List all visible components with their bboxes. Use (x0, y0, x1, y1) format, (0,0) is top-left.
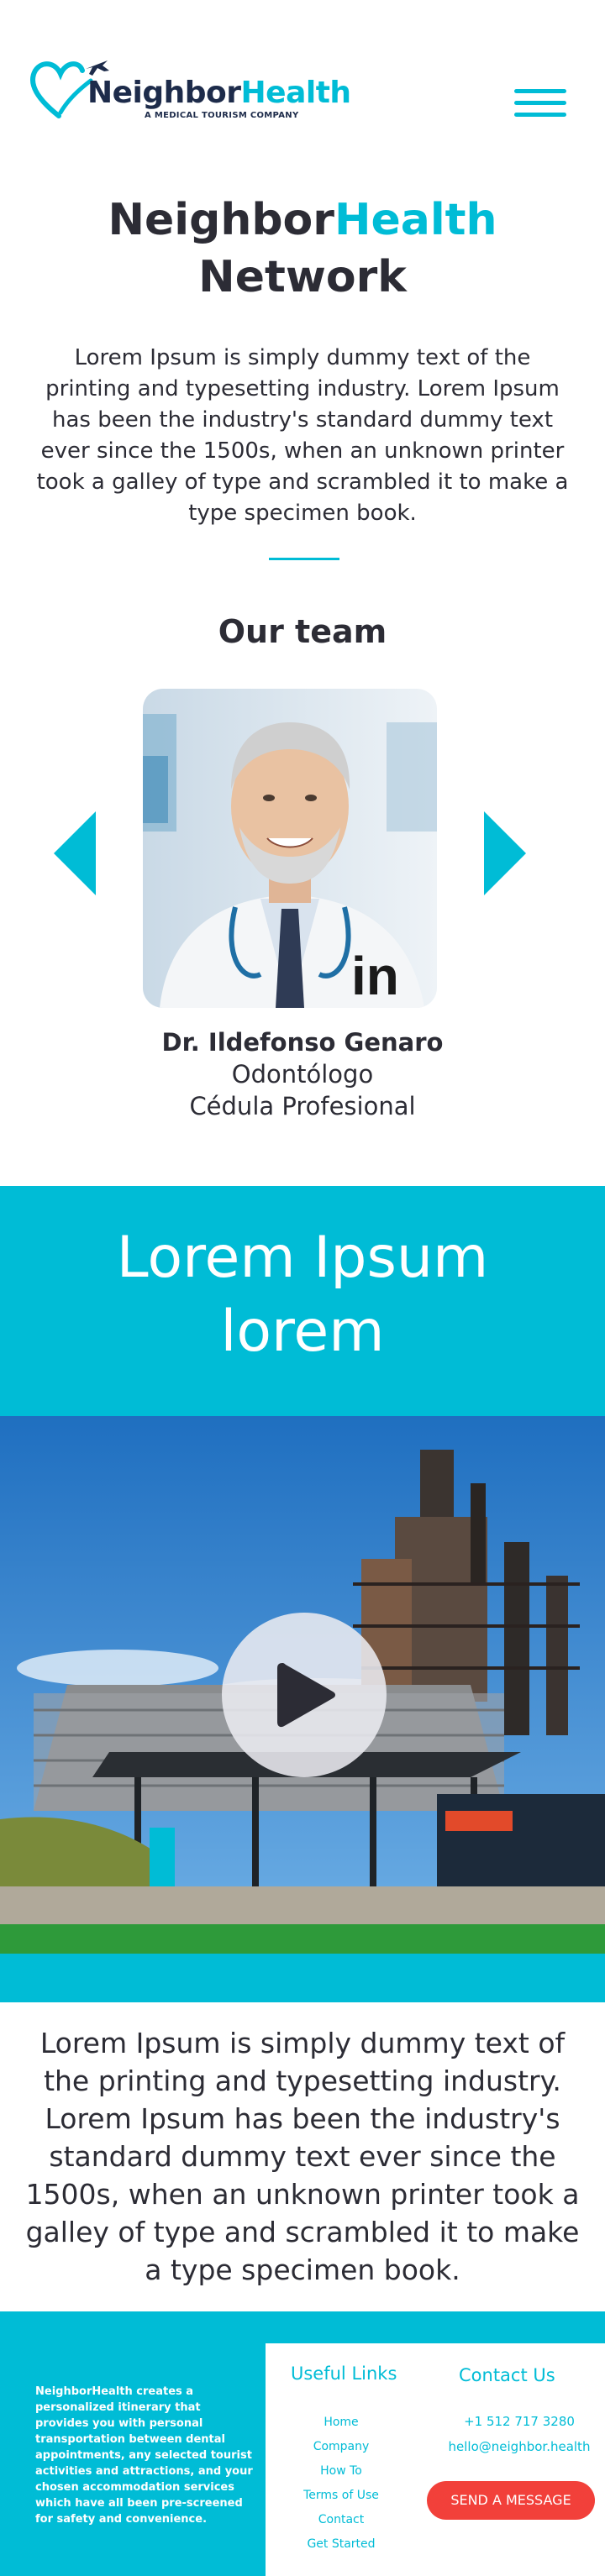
team-member-license: Cédula Profesional (189, 1092, 416, 1120)
neighborhealth-logo[interactable]: NeighborHealth A MEDICAL TOURISM COMPANY (27, 52, 351, 128)
footer-link-company[interactable]: Company (266, 2435, 417, 2459)
site-footer: NeighborHealth creates a personalized it… (0, 2311, 605, 2576)
useful-links-heading: Useful Links (291, 2364, 397, 2384)
play-button[interactable] (222, 1613, 387, 1777)
footer-link-contact[interactable]: Contact (266, 2508, 417, 2532)
banner-title: Lorem Ipsum lorem (116, 1225, 489, 1365)
site-header: NeighborHealth A MEDICAL TOURISM COMPANY (0, 0, 605, 168)
team-member-name: Dr. Ildefonso Genaro (161, 1028, 444, 1057)
send-message-button[interactable]: SEND A MESSAGE (427, 2481, 595, 2520)
play-icon (277, 1663, 335, 1728)
section-divider (269, 558, 339, 560)
footer-link-get-started[interactable]: Get Started (266, 2532, 417, 2557)
contact-us-heading: Contact Us (459, 2365, 555, 2385)
carousel-next-arrow-icon[interactable] (479, 810, 529, 897)
contact-phone[interactable]: +1 512 717 3280 (434, 2414, 605, 2429)
hamburger-menu-icon[interactable] (514, 89, 566, 118)
logo-wordmark: NeighborHealth (87, 76, 351, 110)
menu-bar (514, 113, 566, 117)
team-section-title: Our team (218, 613, 387, 650)
page-title: NeighborHealth Network (108, 195, 497, 302)
menu-bar (514, 101, 566, 105)
carousel-prev-arrow-icon[interactable] (50, 810, 101, 897)
team-member-photo: in (143, 689, 437, 1008)
footer-link-home[interactable]: Home (266, 2411, 417, 2435)
video-banner-section: Lorem Ipsum lorem (0, 1186, 605, 2002)
lower-paragraph: Lorem Ipsum is simply dummy text of the … (25, 2027, 580, 2286)
menu-bar (514, 89, 566, 93)
team-member-role: Odontólogo (231, 1060, 374, 1089)
footer-about-text: NeighborHealth creates a personalized it… (35, 2385, 253, 2526)
intro-paragraph: Lorem Ipsum is simply dummy text of the … (36, 345, 569, 526)
logo-tagline: A MEDICAL TOURISM COMPANY (145, 111, 299, 120)
footer-link-terms[interactable]: Terms of Use (266, 2484, 417, 2508)
footer-nav: Home Company How To Terms of Use Contact… (266, 2411, 417, 2557)
contact-email[interactable]: hello@neighbor.health (434, 2439, 605, 2454)
linkedin-icon[interactable]: in (351, 949, 399, 1003)
footer-link-how-to[interactable]: How To (266, 2459, 417, 2484)
video-player[interactable] (0, 1416, 605, 1954)
footer-links-panel: Useful Links Home Company How To Terms o… (266, 2343, 605, 2576)
